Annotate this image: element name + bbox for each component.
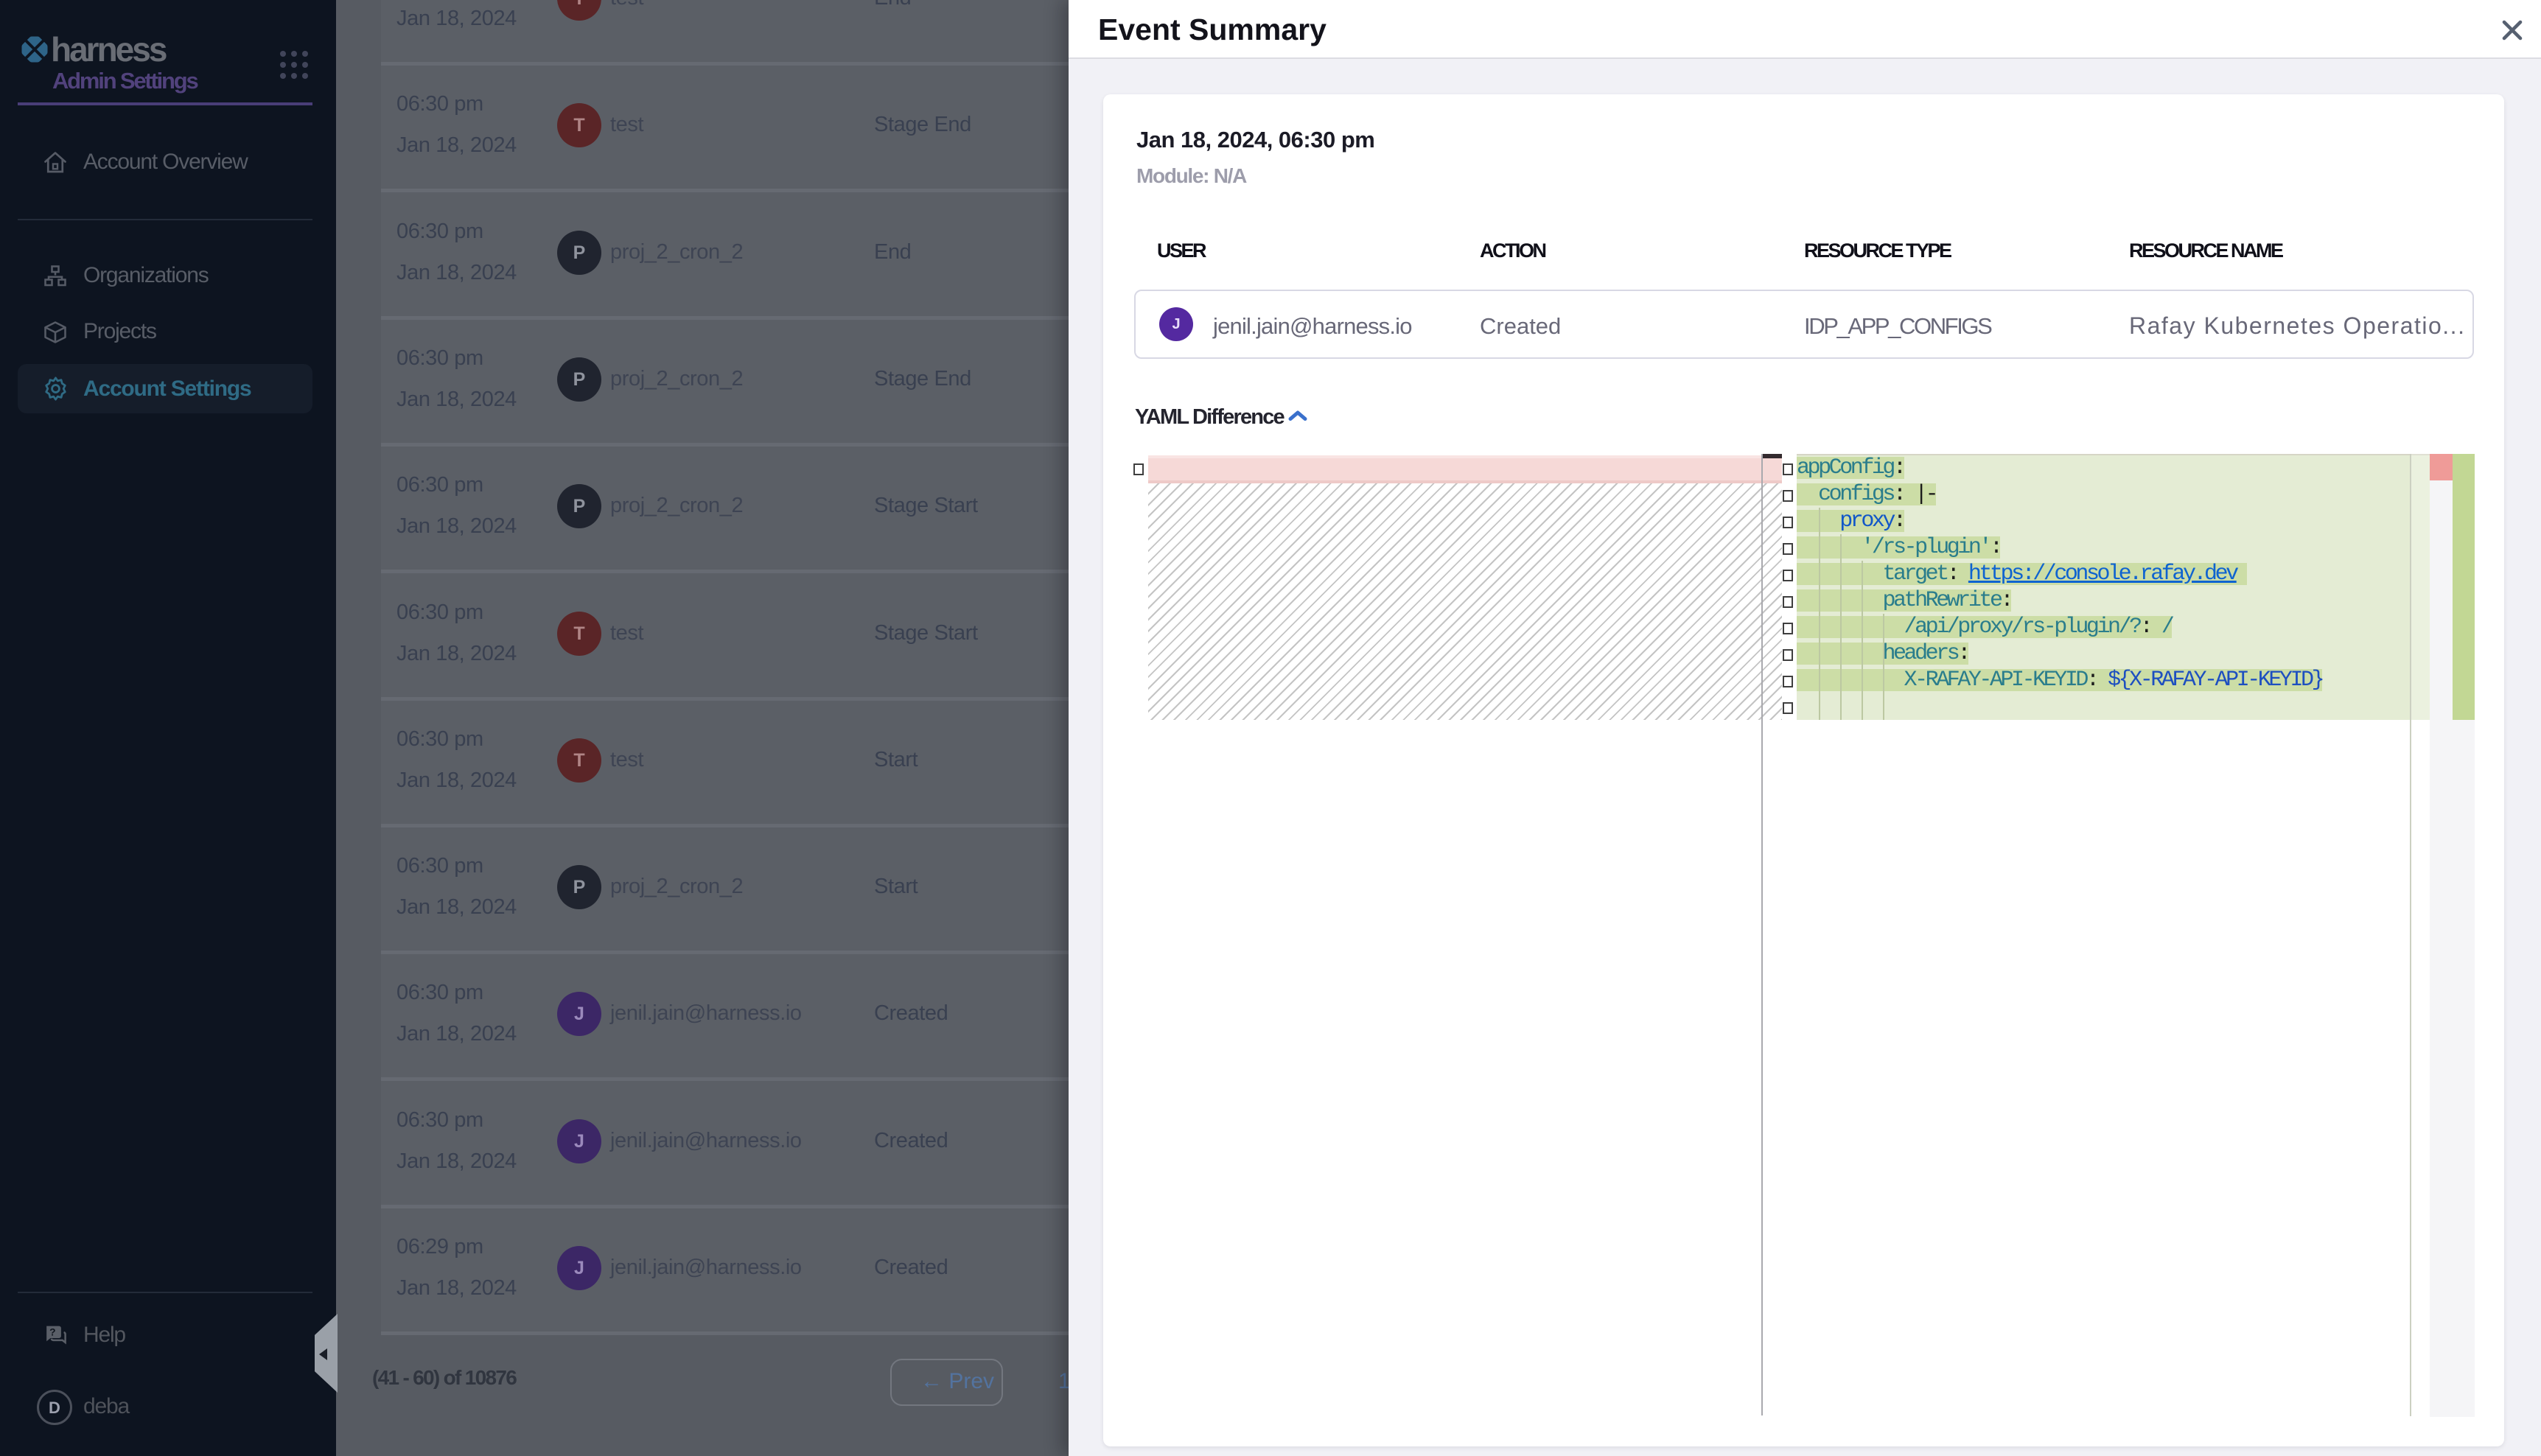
svg-text:?: ? [49, 1326, 55, 1337]
